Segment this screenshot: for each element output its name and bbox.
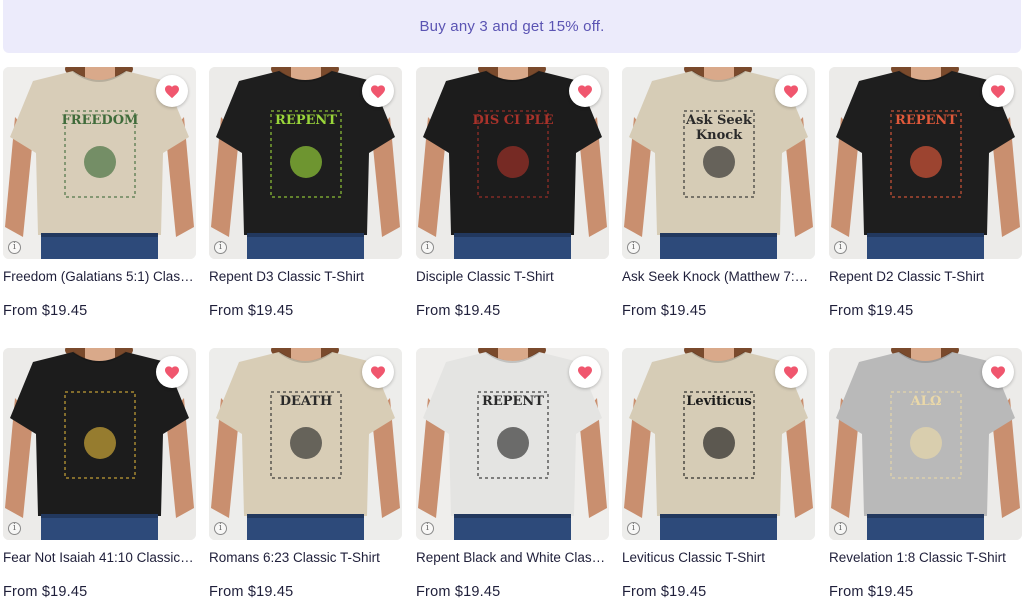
product-title[interactable]: Repent Black and White Classic T-Shirt (416, 550, 609, 565)
favorite-button[interactable] (775, 356, 807, 388)
heart-icon (577, 84, 593, 99)
product-title[interactable]: Freedom (Galatians 5:1) Classic T-Shirt (3, 269, 196, 284)
info-icon[interactable]: i (834, 522, 847, 535)
heart-icon (990, 84, 1006, 99)
product-price: From $19.45 (416, 303, 501, 319)
heart-icon (164, 84, 180, 99)
product-thumbnail[interactable]: REPENT i (829, 67, 1022, 259)
shirt-design-text: Leviticus (686, 394, 752, 409)
product-price: From $19.45 (829, 584, 914, 600)
product-thumbnail[interactable]: DEATH i (209, 348, 402, 540)
heart-icon (990, 365, 1006, 380)
heart-icon (370, 84, 386, 99)
product-thumbnail[interactable]: DIS CI PLE i (416, 67, 609, 259)
product-title[interactable]: Repent D3 Classic T-Shirt (209, 269, 402, 284)
promo-text: Buy any 3 and get 15% off. (419, 18, 605, 35)
heart-icon (577, 365, 593, 380)
favorite-button[interactable] (156, 356, 188, 388)
product-card[interactable]: DEATH i Romans 6:23 Classic T-Shirt From $1… (209, 348, 402, 606)
product-thumbnail[interactable]: REPENT i (209, 67, 402, 259)
info-icon[interactable]: i (627, 522, 640, 535)
favorite-button[interactable] (982, 75, 1014, 107)
product-card[interactable]: REPENT i Repent D2 Classic T-Shirt From $19… (829, 67, 1022, 325)
product-price: From $19.45 (3, 584, 88, 600)
product-card[interactable]: ALΩ i Revelation 1:8 Classic T-Shirt From $… (829, 348, 1022, 606)
info-icon[interactable]: i (8, 241, 21, 254)
product-price: From $19.45 (209, 584, 294, 600)
product-title[interactable]: Repent D2 Classic T-Shirt (829, 269, 1022, 284)
shirt-design-text: Ask Seek Knock (686, 113, 752, 143)
info-icon[interactable]: i (421, 241, 434, 254)
shirt-design-text: DIS CI PLE (472, 113, 554, 128)
info-icon[interactable]: i (214, 522, 227, 535)
product-title[interactable]: Disciple Classic T-Shirt (416, 269, 609, 284)
product-card[interactable]: i Fear Not Isaiah 41:10 Classic T-Shirt Fr… (3, 348, 196, 606)
product-thumbnail[interactable]: REPENT i (416, 348, 609, 540)
shirt-design-text: REPENT (482, 394, 544, 409)
shirt-design-text: DEATH (279, 394, 333, 409)
heart-icon (164, 365, 180, 380)
info-icon[interactable]: i (421, 522, 434, 535)
favorite-button[interactable] (569, 75, 601, 107)
favorite-button[interactable] (569, 356, 601, 388)
shirt-design-text: FREEDOM (61, 113, 139, 128)
product-title[interactable]: Ask Seek Knock (Matthew 7:7) Classic T-S… (622, 269, 815, 284)
product-card[interactable]: REPENT i Repent D3 Classic T-Shirt From $19… (209, 67, 402, 325)
favorite-button[interactable] (362, 356, 394, 388)
product-title[interactable]: Leviticus Classic T-Shirt (622, 550, 815, 565)
product-card[interactable]: Leviticus i Leviticus Classic T-Shirt From … (622, 348, 815, 606)
favorite-button[interactable] (362, 75, 394, 107)
product-card[interactable]: DIS CI PLE i Disciple Classic T-Shirt From … (416, 67, 609, 325)
product-thumbnail[interactable]: ALΩ i (829, 348, 1022, 540)
product-title[interactable]: Fear Not Isaiah 41:10 Classic T-Shirt (3, 550, 196, 565)
heart-icon (783, 84, 799, 99)
product-price: From $19.45 (622, 303, 707, 319)
product-thumbnail[interactable]: Ask Seek Knock i (622, 67, 815, 259)
favorite-button[interactable] (982, 356, 1014, 388)
product-card[interactable]: REPENT i Repent Black and White Classic T-… (416, 348, 609, 606)
favorite-button[interactable] (156, 75, 188, 107)
info-icon[interactable]: i (834, 241, 847, 254)
product-price: From $19.45 (829, 303, 914, 319)
heart-icon (370, 365, 386, 380)
product-price: From $19.45 (3, 303, 88, 319)
product-thumbnail[interactable]: FREEDOM i (3, 67, 196, 259)
product-price: From $19.45 (209, 303, 294, 319)
product-thumbnail[interactable]: Leviticus i (622, 348, 815, 540)
promo-banner: Buy any 3 and get 15% off. (3, 0, 1021, 53)
info-icon[interactable]: i (627, 241, 640, 254)
shirt-design-text: REPENT (275, 113, 337, 128)
product-card[interactable]: Ask Seek Knock i Ask Seek Knock (Matthew 7… (622, 67, 815, 325)
info-icon[interactable]: i (214, 241, 227, 254)
heart-icon (783, 365, 799, 380)
product-title[interactable]: Romans 6:23 Classic T-Shirt (209, 550, 402, 565)
product-title[interactable]: Revelation 1:8 Classic T-Shirt (829, 550, 1022, 565)
product-price: From $19.45 (622, 584, 707, 600)
shirt-design-text: REPENT (895, 113, 957, 128)
product-thumbnail[interactable]: i (3, 348, 196, 540)
product-price: From $19.45 (416, 584, 501, 600)
shirt-design-text: ALΩ (910, 394, 942, 409)
product-card[interactable]: FREEDOM i Freedom (Galatians 5:1) Classic … (3, 67, 196, 325)
info-icon[interactable]: i (8, 522, 21, 535)
favorite-button[interactable] (775, 75, 807, 107)
